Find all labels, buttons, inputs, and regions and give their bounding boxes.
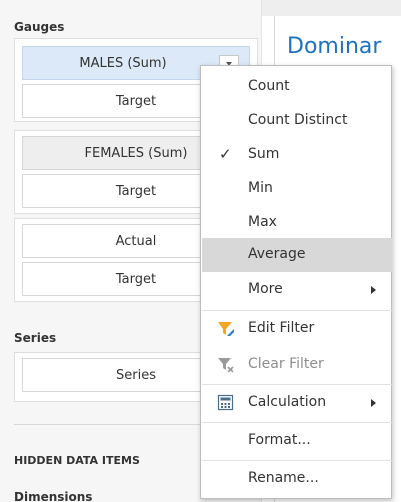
menu-item-clear-filter[interactable]: Clear Filter [202, 348, 392, 382]
hidden-data-items-label: HIDDEN DATA ITEMS [14, 454, 140, 467]
menu-item-min[interactable]: Min [202, 172, 392, 206]
menu-separator [202, 310, 392, 311]
menu-separator [202, 422, 392, 423]
calculator-icon [217, 394, 235, 412]
menu-item-label: Count [248, 78, 290, 94]
series-slot-label: Series [116, 367, 156, 383]
menu-item-label: Count Distinct [248, 112, 348, 128]
dashboard-header-strip [262, 0, 401, 16]
dimensions-label: Dimensions [14, 490, 93, 502]
menu-separator [202, 384, 392, 385]
chevron-right-icon [371, 286, 376, 294]
gauge-value-label: MALES (Sum) [79, 55, 167, 71]
menu-item-count-distinct[interactable]: Count Distinct [202, 104, 392, 138]
menu-item-label: Max [248, 214, 277, 230]
gauge-target-label: Target [115, 93, 157, 109]
filter-icon [217, 320, 235, 338]
menu-item-edit-filter[interactable]: Edit Filter [202, 312, 392, 346]
menu-item-label: Min [248, 180, 273, 196]
menu-item-sum[interactable]: ✓ Sum [202, 138, 392, 172]
menu-item-label: Average [248, 246, 306, 262]
menu-item-label: More [248, 281, 283, 297]
menu-item-max[interactable]: Max [202, 206, 392, 240]
clear-filter-icon [217, 356, 235, 374]
menu-item-format[interactable]: Format... [202, 424, 392, 458]
menu-item-label: Sum [248, 146, 280, 162]
gauge-target-label: Target [115, 183, 157, 199]
menu-item-count[interactable]: Count [202, 70, 392, 104]
dashboard-item-title: Dominar [287, 34, 382, 59]
menu-item-label: Clear Filter [248, 356, 324, 372]
summary-type-context-menu: Count Count Distinct ✓ Sum Min Max Avera… [200, 65, 392, 499]
gauge-value-label: Actual [115, 233, 157, 249]
menu-item-calculation[interactable]: Calculation [202, 386, 392, 420]
menu-separator [202, 460, 392, 461]
gauge-target-label: Target [115, 271, 157, 287]
gauges-section-label: Gauges [14, 20, 65, 34]
menu-item-label: Edit Filter [248, 320, 315, 336]
menu-item-label: Rename... [248, 470, 319, 486]
menu-item-label: Calculation [248, 394, 327, 410]
chevron-right-icon [371, 399, 376, 407]
menu-item-average[interactable]: Average [202, 238, 392, 272]
checkmark-icon: ✓ [219, 145, 232, 163]
gauge-value-label: FEMALES (Sum) [84, 145, 188, 161]
menu-item-rename[interactable]: Rename... [202, 462, 392, 496]
menu-item-label: Format... [248, 432, 311, 448]
menu-item-more[interactable]: More [202, 273, 392, 307]
series-section-label: Series [14, 331, 57, 345]
